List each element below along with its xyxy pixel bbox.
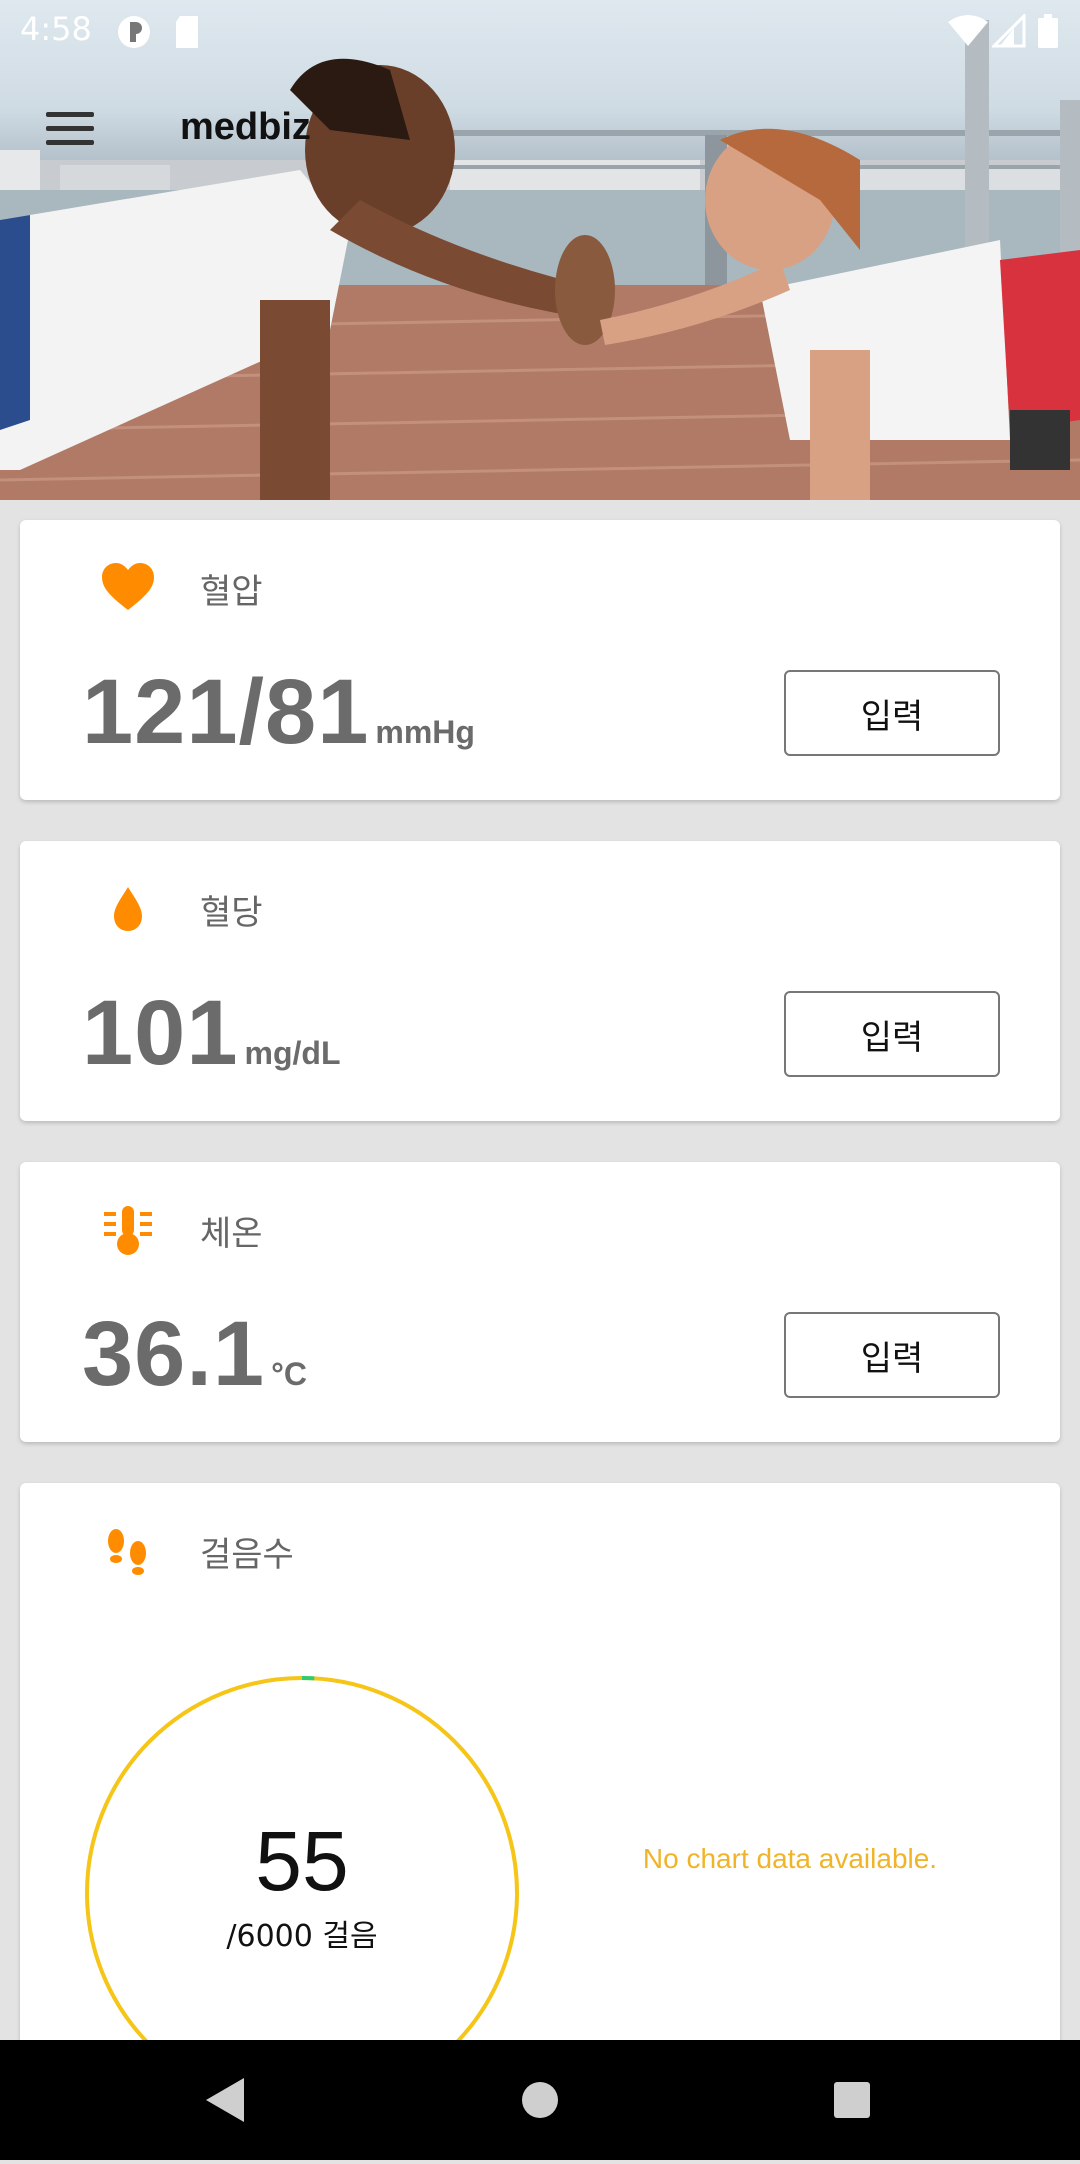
temperature-label: 체온 bbox=[200, 1214, 263, 1254]
home-icon bbox=[522, 2082, 558, 2118]
status-time: 4:58 bbox=[20, 10, 92, 48]
temperature-card: 체온 36.1 °C 입력 bbox=[20, 1162, 1060, 1442]
drop-icon bbox=[114, 887, 142, 931]
footprints-icon bbox=[108, 1529, 146, 1575]
steps-card: 걸음수 55 /6000 걸음 No chart data available. bbox=[20, 1483, 1060, 2110]
temperature-unit: °C bbox=[271, 1356, 307, 1392]
temperature-number: 36.1 bbox=[82, 1303, 266, 1405]
no-chart-data-message: No chart data available. bbox=[642, 1843, 938, 1874]
back-button[interactable] bbox=[166, 2040, 286, 2160]
status-bar: 4:58 bbox=[0, 0, 1080, 60]
blood-pressure-card: 혈압 121/81 mmHg 입력 bbox=[20, 520, 1060, 800]
blood-sugar-value: 101 mg/dL bbox=[82, 981, 340, 1086]
blood-pressure-value: 121/81 mmHg bbox=[82, 660, 475, 765]
blood-pressure-label: 혈압 bbox=[200, 572, 263, 612]
blood-sugar-unit: mg/dL bbox=[244, 1035, 341, 1071]
sd-card-icon bbox=[176, 16, 198, 48]
blood-pressure-number: 121/81 bbox=[82, 661, 370, 763]
thermometer-icon bbox=[104, 1206, 152, 1255]
temperature-input-button[interactable]: 입력 bbox=[784, 1312, 1000, 1398]
battery-icon bbox=[1038, 14, 1058, 48]
steps-count: 55 bbox=[255, 1814, 349, 1908]
blood-sugar-label: 혈당 bbox=[200, 893, 263, 933]
navigation-bar bbox=[0, 2040, 1080, 2160]
app-title: medbiz bbox=[180, 106, 311, 148]
menu-icon[interactable] bbox=[30, 100, 110, 160]
back-icon bbox=[206, 2078, 244, 2122]
pocket-icon bbox=[118, 16, 150, 48]
home-button[interactable] bbox=[480, 2040, 600, 2160]
app-bar: medbiz bbox=[0, 60, 1080, 200]
steps-label: 걸음수 bbox=[200, 1535, 294, 1575]
recents-button[interactable] bbox=[792, 2040, 912, 2160]
blood-pressure-input-button[interactable]: 입력 bbox=[784, 670, 1000, 756]
heart-icon bbox=[102, 563, 154, 610]
blood-sugar-card: 혈당 101 mg/dL 입력 bbox=[20, 841, 1060, 1121]
recents-icon bbox=[834, 2082, 870, 2118]
steps-goal: /6000 걸음 bbox=[226, 1919, 378, 1954]
blood-pressure-unit: mmHg bbox=[375, 714, 475, 750]
blood-sugar-input-button[interactable]: 입력 bbox=[784, 991, 1000, 1077]
temperature-value: 36.1 °C bbox=[82, 1302, 307, 1407]
wifi-icon bbox=[948, 15, 988, 46]
blood-sugar-number: 101 bbox=[82, 982, 239, 1084]
signal-icon bbox=[992, 14, 1026, 48]
